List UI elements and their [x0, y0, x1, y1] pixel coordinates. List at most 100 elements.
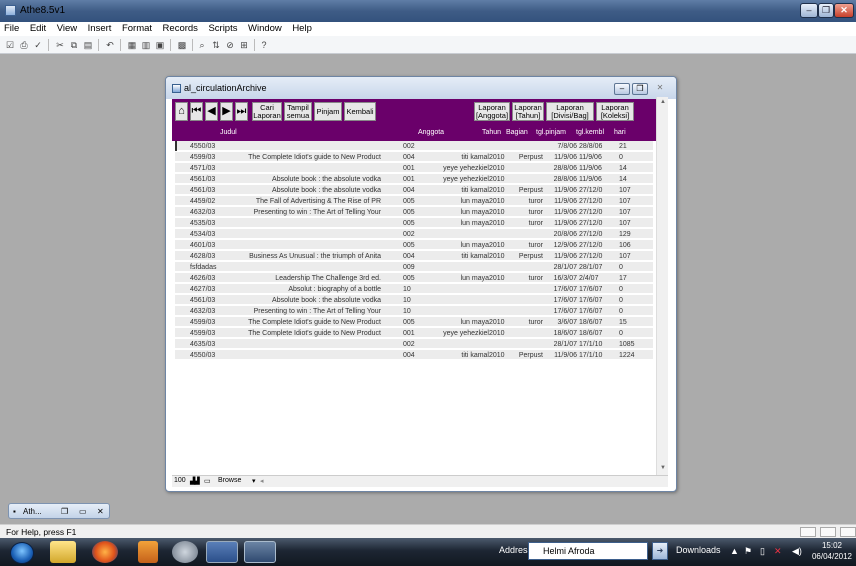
table-row[interactable]: fsfdadas 009 28/1/07 28/1/07 0: [175, 262, 653, 272]
mode-select[interactable]: Browse: [218, 477, 241, 484]
menu-format[interactable]: Format: [118, 22, 156, 36]
child-restore-button[interactable]: ❐: [632, 83, 648, 95]
close-icon[interactable]: ✕: [97, 507, 104, 516]
row-tgl-pinjam: 17/6/07: [553, 308, 577, 315]
table-row[interactable]: 4561/03 Absolute book : the absolute vodk…: [175, 174, 653, 184]
h-scroll-left-icon[interactable]: ◂: [260, 477, 264, 485]
scroll-down-icon[interactable]: ▼: [658, 463, 668, 473]
row-judul: Absolute book : the absolute vodka: [272, 187, 381, 194]
kembali-button[interactable]: Kembali: [344, 102, 376, 121]
table-row[interactable]: 4626/03 Leadership The Challenge 3rd ed. 0…: [175, 273, 653, 283]
home-icon[interactable]: ⌂: [175, 102, 188, 121]
help-icon[interactable]: ?: [258, 39, 270, 51]
table-row[interactable]: 4627/03 Absolut : biography of a bottle 10…: [175, 284, 653, 294]
row-hari: 0: [619, 154, 623, 161]
table-row[interactable]: 4534/03 002 20/8/06 27/12/0 129: [175, 229, 653, 239]
menu-scripts[interactable]: Scripts: [204, 22, 241, 36]
checkbox-icon[interactable]: ☑: [4, 39, 16, 51]
toolbar: ☑ ⎙ ✓ ✂ ⧉ ▤ ↶ ▦ ▥ ▣ ▩ ⌕ ⇅ ⊘ ⊞ ?: [0, 36, 856, 54]
table-row[interactable]: 4561/03 Absolute book : the absolute vodk…: [175, 295, 653, 305]
row-tgl-pinjam: 20/8/06: [553, 231, 577, 238]
table-row[interactable]: 4599/03 The Complete Idiot's guide to New…: [175, 328, 653, 338]
minimized-window[interactable]: ▪ Ath... ❐ ▭ ✕: [8, 503, 110, 519]
copy-icon[interactable]: ⧉: [68, 39, 80, 51]
table-row[interactable]: 4632/03 Presenting to win : The Art of Te…: [175, 207, 653, 217]
clock[interactable]: 15:02 06/04/2012: [810, 540, 854, 562]
spellcheck-icon[interactable]: ✓: [32, 39, 44, 51]
restore-icon[interactable]: ❐: [61, 507, 68, 516]
menu-records[interactable]: Records: [159, 22, 202, 36]
table-row[interactable]: 4599/03 The Complete Idiot's guide to New…: [175, 317, 653, 327]
table-row[interactable]: 4561/03 Absolute book : the absolute vodk…: [175, 185, 653, 195]
address-go-button[interactable]: ➜: [652, 542, 668, 560]
child-close-button[interactable]: ✕: [652, 83, 668, 95]
zoom-level[interactable]: 100: [174, 477, 186, 484]
table-row[interactable]: 4535/03 005 lun maya 2010 turor 11/9/06 27/12/…: [175, 218, 653, 228]
scroll-up-icon[interactable]: ▲: [658, 97, 668, 107]
omit-icon[interactable]: ⊘: [224, 39, 236, 51]
word-icon[interactable]: [206, 541, 238, 563]
show-all-icon[interactable]: ⊞: [238, 39, 250, 51]
start-button[interactable]: [10, 542, 34, 564]
menu-file[interactable]: File: [0, 22, 23, 36]
menu-edit[interactable]: Edit: [26, 22, 50, 36]
battery-icon[interactable]: ▯: [760, 546, 765, 557]
media-player-icon[interactable]: [138, 541, 158, 563]
volume-icon[interactable]: ◀): [792, 546, 802, 557]
table-row[interactable]: 4632/03 Presenting to win : The Art of Te…: [175, 306, 653, 316]
print-icon[interactable]: ⎙: [18, 39, 30, 51]
undo-icon[interactable]: ↶: [104, 39, 116, 51]
cut-icon[interactable]: ✂: [54, 39, 66, 51]
zoom-icon[interactable]: ▟▟: [190, 477, 200, 485]
table-row[interactable]: 4635/03 002 28/1/07 17/1/10 1085: [175, 339, 653, 349]
laporan-divisi-button[interactable]: Laporan [Divisi/Bag]: [546, 102, 594, 121]
duplicate-record-icon[interactable]: ▥: [140, 39, 152, 51]
network-icon[interactable]: ⚑: [744, 546, 752, 557]
table-row[interactable]: 4599/03 The Complete Idiot's guide to New…: [175, 152, 653, 162]
firefox-icon[interactable]: [92, 541, 118, 563]
table-row[interactable]: 4459/02 The Fall of Advertising & The Ris…: [175, 196, 653, 206]
child-minimize-button[interactable]: –: [614, 83, 630, 95]
vertical-scrollbar[interactable]: ▲ ▼: [656, 97, 668, 475]
find-icon[interactable]: ⌕: [196, 39, 208, 51]
status-area-icon[interactable]: ▭: [204, 477, 211, 485]
athena-app-icon[interactable]: [244, 541, 276, 563]
laporan-koleksi-button[interactable]: Laporan [Koleksi]: [596, 102, 634, 121]
menu-window[interactable]: Window: [244, 22, 286, 36]
alert-icon[interactable]: ✕: [774, 546, 782, 557]
row-code: 4599/03: [190, 319, 216, 326]
menu-view[interactable]: View: [53, 22, 81, 36]
tampil-semua-button[interactable]: Tampil semua: [284, 102, 312, 121]
pinjam-button[interactable]: Pinjam: [314, 102, 342, 121]
explorer-icon[interactable]: [50, 541, 76, 563]
laporan-tahun-button[interactable]: Laporan [Tahun]: [512, 102, 544, 121]
last-record-icon[interactable]: ⏭: [235, 102, 248, 121]
sort-icon[interactable]: ⇅: [210, 39, 222, 51]
table-row[interactable]: 4571/03 001 yeye yehezkiel 2010 28/8/06 11/9/…: [175, 163, 653, 173]
prev-record-icon[interactable]: ◀: [205, 102, 218, 121]
laporan-anggota-button[interactable]: Laporan [Anggota]: [474, 102, 510, 121]
new-record-icon[interactable]: ▦: [126, 39, 138, 51]
layout-icon[interactable]: ▩: [176, 39, 188, 51]
close-button[interactable]: ✕: [834, 3, 854, 18]
address-input[interactable]: Helmi Afroda: [528, 542, 648, 560]
next-record-icon[interactable]: ▶: [220, 102, 233, 121]
chrome-icon[interactable]: [172, 541, 198, 563]
table-row[interactable]: 4550/03 004 titi kamal 2010 Perpust 11/9/06 17…: [175, 350, 653, 360]
row-nama: lun maya: [460, 242, 489, 249]
tray-expand-icon[interactable]: ▲: [730, 546, 739, 556]
delete-record-icon[interactable]: ▣: [154, 39, 166, 51]
table-row[interactable]: 4628/03 Business As Unusual : the triumph…: [175, 251, 653, 261]
maximize-icon[interactable]: ▭: [79, 507, 87, 516]
paste-icon[interactable]: ▤: [82, 39, 94, 51]
first-record-icon[interactable]: ⏮: [190, 102, 203, 121]
table-row[interactable]: 4601/03 005 lun maya 2010 turor 12/9/06 27/12/…: [175, 240, 653, 250]
cari-laporan-button[interactable]: Cari Laporan: [252, 102, 282, 121]
minimize-button[interactable]: –: [800, 3, 818, 18]
mode-dropdown-icon[interactable]: ▾: [252, 477, 256, 485]
table-row[interactable]: 4550/03 002 7/8/06 28/8/06 21: [175, 141, 653, 151]
menu-help[interactable]: Help: [288, 22, 316, 36]
menu-insert[interactable]: Insert: [84, 22, 116, 36]
downloads-label[interactable]: Downloads: [676, 545, 721, 555]
maximize-button[interactable]: ❐: [818, 3, 834, 18]
